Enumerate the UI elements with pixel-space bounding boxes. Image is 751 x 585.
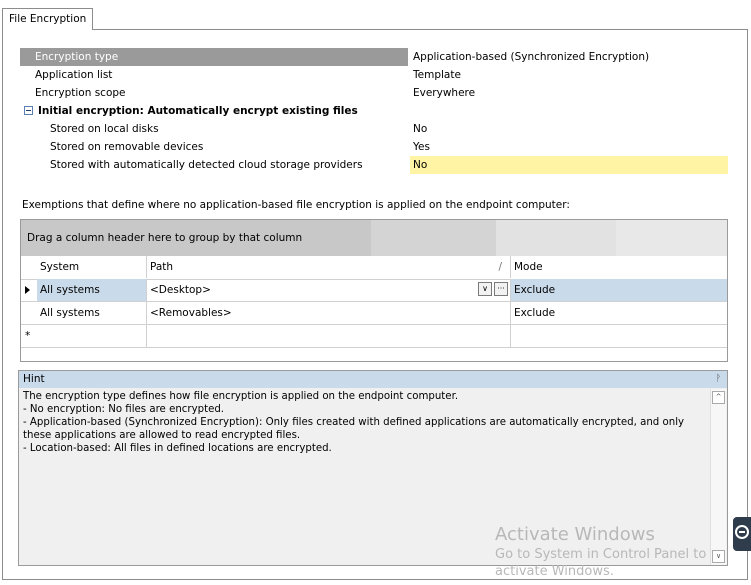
browse-button[interactable]: ···	[494, 282, 508, 296]
tab-strip: File Encryption	[0, 0, 751, 30]
pin-icon[interactable]: ᚹ	[716, 371, 721, 388]
property-value[interactable]: No	[410, 156, 728, 174]
property-name: Application list	[35, 69, 113, 81]
table-row[interactable]: All systems <Desktop> ∨ ··· Exclude	[21, 279, 727, 302]
column-header-mode[interactable]: Mode	[511, 256, 727, 278]
property-name: Stored on removable devices	[50, 141, 204, 153]
current-row-indicator	[21, 279, 37, 301]
activation-watermark: Activate Windows Go to System in Control…	[495, 524, 706, 580]
property-row-local-disks[interactable]: Stored on local disks No	[20, 120, 728, 138]
side-panel-button[interactable]	[733, 517, 751, 551]
category-name: Initial encryption: Automatically encryp…	[38, 105, 358, 117]
group-by-area[interactable]: Drag a column header here to group by th…	[21, 220, 727, 256]
new-cell-system[interactable]	[37, 325, 147, 347]
chevron-up-icon: ^	[715, 393, 722, 401]
property-row-removable-devices[interactable]: Stored on removable devices Yes	[20, 138, 728, 156]
cell-mode[interactable]: Exclude	[511, 279, 727, 301]
column-header-path-label: Path	[150, 261, 174, 273]
hint-line: - Application-based (Synchronized Encryp…	[23, 417, 685, 441]
property-value[interactable]: Yes	[410, 138, 728, 156]
exemptions-grid: Drag a column header here to group by th…	[20, 219, 728, 362]
property-row-encryption-scope[interactable]: Encryption scope Everywhere	[20, 84, 728, 102]
exemptions-label: Exemptions that define where no applicat…	[22, 199, 570, 211]
hint-title: Hint	[23, 373, 45, 385]
cell-path-value: <Desktop>	[150, 284, 211, 296]
row-pointer-icon	[25, 286, 30, 294]
property-category-initial-encryption[interactable]: Initial encryption: Automatically encryp…	[20, 102, 728, 120]
grid-header: System Path / Mode	[21, 256, 727, 280]
hint-line: - No encryption: No files are encrypted.	[23, 404, 225, 415]
property-name: Encryption scope	[35, 87, 126, 99]
property-row-application-list[interactable]: Application list Template	[20, 66, 728, 84]
ellipsis-icon: ···	[497, 284, 505, 293]
hint-line: - Location-based: All files in defined l…	[23, 443, 332, 454]
hint-line: The encryption type defines how file enc…	[23, 391, 459, 402]
cell-path[interactable]: <Removables>	[147, 302, 511, 324]
chevron-down-icon: ∨	[715, 552, 722, 560]
column-header-system[interactable]: System	[37, 256, 147, 278]
minus-circle-icon	[735, 525, 749, 539]
new-row-indicator: *	[25, 330, 31, 342]
hint-text: The encryption type defines how file enc…	[23, 390, 703, 455]
hint-header: Hint ᚹ	[19, 371, 727, 388]
cell-mode[interactable]: Exclude	[511, 302, 727, 324]
new-row[interactable]: *	[21, 325, 727, 348]
table-row[interactable]: All systems <Removables> Exclude	[21, 302, 727, 325]
property-row-encryption-type[interactable]: Encryption type Application-based (Synch…	[20, 48, 728, 66]
dropdown-button[interactable]: ∨	[478, 282, 492, 296]
property-name: Stored on local disks	[50, 123, 159, 135]
property-value[interactable]: Everywhere	[410, 84, 728, 102]
property-value[interactable]: Application-based (Synchronized Encrypti…	[410, 48, 728, 66]
group-by-hint: Drag a column header here to group by th…	[27, 232, 303, 244]
new-cell-mode[interactable]	[511, 325, 727, 347]
cell-path[interactable]: <Desktop> ∨ ···	[147, 279, 511, 301]
property-grid: Encryption type Application-based (Synch…	[20, 48, 728, 174]
scroll-down-button[interactable]: ∨	[712, 550, 725, 563]
cell-system[interactable]: All systems	[37, 302, 147, 324]
cell-system[interactable]: All systems	[37, 279, 147, 301]
column-header-path[interactable]: Path /	[147, 256, 511, 278]
property-name: Encryption type	[20, 48, 408, 66]
watermark-line: Go to System in Control Panel to	[495, 547, 707, 562]
property-row-cloud-storage[interactable]: Stored with automatically detected cloud…	[20, 156, 728, 174]
property-value[interactable]: Template	[410, 66, 728, 84]
tab-file-encryption[interactable]: File Encryption	[2, 8, 94, 30]
property-value[interactable]: No	[410, 120, 728, 138]
sort-icon: /	[498, 261, 502, 273]
chevron-down-icon: ∨	[482, 284, 488, 293]
watermark-title: Activate Windows	[495, 524, 655, 545]
watermark-line: activate Windows.	[495, 564, 614, 579]
new-cell-path[interactable]	[147, 325, 511, 347]
row-indicator	[21, 302, 37, 324]
hint-scrollbar[interactable]: ^ ∨	[710, 389, 726, 565]
row-indicator-header	[21, 256, 37, 278]
property-name: Stored with automatically detected cloud…	[50, 159, 363, 171]
scroll-up-button[interactable]: ^	[712, 391, 725, 404]
